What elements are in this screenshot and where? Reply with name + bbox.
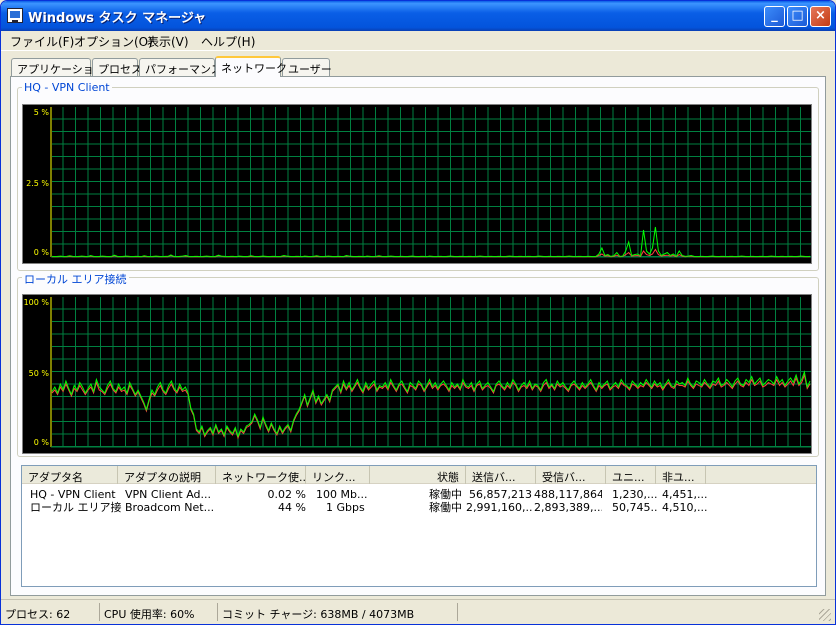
cell-bytes-received: 488,117,864 [534, 488, 602, 501]
column-link-speed[interactable]: リンク... [306, 466, 370, 484]
tab-users[interactable]: ユーザー [282, 58, 332, 77]
y-tick-label: 2.5 % [26, 179, 49, 188]
adapter-row[interactable]: ローカル エリア接... Broadcom Net... 44 % 1 Gbps… [22, 501, 816, 514]
cell-link-speed: 100 Mb... [316, 488, 368, 501]
graph-group-lan: ローカル エリア接続 100 % 50 % 0 % [17, 271, 819, 457]
column-unicasts[interactable]: ユニ... [606, 466, 656, 484]
menu-options[interactable]: オプション(O) [74, 33, 153, 50]
tab-processes[interactable]: プロセス [92, 58, 142, 77]
column-adapter-description[interactable]: アダプタの説明 [118, 466, 216, 484]
y-tick-label: 100 % [24, 298, 50, 307]
status-empty-pane [457, 603, 817, 621]
cell-state: 稼働中 [429, 501, 462, 514]
close-button[interactable]: × [810, 6, 831, 27]
cell-bytes-received: 2,893,389,... [534, 501, 602, 514]
cell-bytes-sent: 2,991,160,... [466, 501, 532, 514]
title-bar[interactable]: Windows タスク マネージャ _ □ × [1, 1, 835, 31]
cell-adapter-description: VPN Client Ad... [125, 488, 212, 501]
column-bytes-received[interactable]: 受信バ... [536, 466, 606, 484]
y-tick-label: 0 % [34, 438, 50, 447]
adapter-row[interactable]: HQ - VPN Client VPN Client Ad... 0.02 % … [22, 488, 816, 501]
menu-view[interactable]: 表示(V) [147, 33, 189, 50]
cell-network-usage: 0.02 % [267, 488, 306, 501]
maximize-button[interactable]: □ [787, 6, 808, 27]
column-adapter-name[interactable]: アダプタ名 [22, 466, 118, 484]
cell-link-speed: 1 Gbps [326, 501, 365, 514]
task-manager-icon [7, 8, 23, 23]
window-title: Windows タスク マネージャ [28, 11, 207, 26]
cell-network-usage: 44 % [278, 501, 306, 514]
column-non-unicasts[interactable]: 非ユ... [656, 466, 706, 484]
tab-network[interactable]: ネットワーク [215, 56, 287, 77]
cell-adapter-description: Broadcom Net... [125, 501, 215, 514]
resize-grip[interactable] [819, 609, 831, 621]
task-manager-window: Windows タスク マネージャ _ □ × ファイル(F) オプション(O)… [0, 0, 836, 625]
cell-adapter-name: ローカル エリア接... [30, 501, 122, 514]
column-network-usage[interactable]: ネットワーク使... [216, 466, 306, 484]
network-graph-lan: 100 % 50 % 0 % [22, 294, 812, 454]
cell-unicasts: 1,230,... [612, 488, 658, 501]
adapter-list-header: アダプタ名 アダプタの説明 ネットワーク使... リンク... 状態 送信バ..… [22, 466, 816, 484]
series-line-total [51, 370, 811, 439]
column-bytes-sent[interactable]: 送信バ... [466, 466, 536, 484]
menu-file[interactable]: ファイル(F) [10, 33, 74, 50]
status-processes: プロセス: 62 [5, 608, 71, 621]
tab-performance[interactable]: パフォーマンス [139, 58, 222, 77]
graph-canvas-lan: 100 % 50 % 0 % [24, 297, 811, 448]
status-bar: プロセス: 62 CPU 使用率: 60% コミット チャージ: 638MB /… [1, 599, 835, 624]
y-tick-label: 0 % [34, 248, 50, 257]
graph-canvas-vpn: 5 % 2.5 % 0 % [26, 107, 811, 258]
cell-non-unicasts: 4,451,... [662, 488, 708, 501]
series-line-sent [52, 248, 810, 258]
status-cpu-usage: CPU 使用率: 60% [99, 603, 217, 621]
cell-unicasts: 50,745... [612, 501, 658, 514]
minimize-button[interactable]: _ [764, 6, 785, 27]
tab-applications[interactable]: アプリケーション [11, 58, 105, 77]
y-tick-label: 5 % [34, 108, 50, 117]
cell-non-unicasts: 4,510,... [662, 501, 708, 514]
menu-help[interactable]: ヘルプ(H) [201, 33, 255, 50]
cell-state: 稼働中 [429, 488, 462, 501]
menu-bar: ファイル(F) オプション(O) 表示(V) ヘルプ(H) [1, 31, 835, 51]
status-commit-charge: コミット チャージ: 638MB / 4073MB [217, 603, 457, 621]
network-panel: HQ - VPN Client 5 % 2.5 % 0 % ローカル エリア接続 1… [10, 76, 826, 596]
y-tick-label: 50 % [29, 369, 50, 378]
column-state[interactable]: 状態 [370, 466, 466, 484]
adapter-list[interactable]: アダプタ名 アダプタの説明 ネットワーク使... リンク... 状態 送信バ..… [21, 465, 817, 587]
network-graph-vpn: 5 % 2.5 % 0 % [22, 104, 812, 264]
graph-title-lan: ローカル エリア接続 [22, 271, 129, 287]
cell-adapter-name: HQ - VPN Client [30, 488, 116, 501]
cell-bytes-sent: 56,857,213 [469, 488, 532, 501]
graph-group-vpn: HQ - VPN Client 5 % 2.5 % 0 % [17, 81, 819, 271]
graph-title-vpn: HQ - VPN Client [22, 81, 112, 94]
